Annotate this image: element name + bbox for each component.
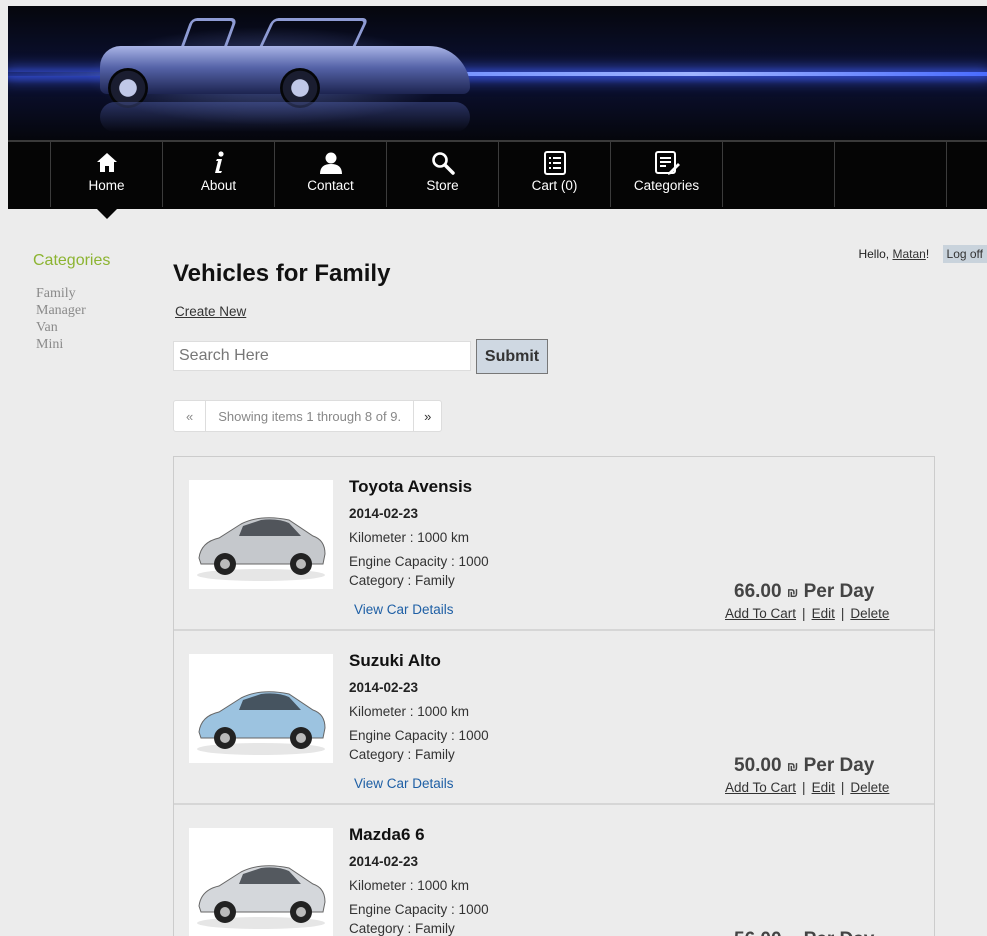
car-engine-capacity: Engine Capacity : 1000 — [349, 554, 489, 569]
info-icon — [214, 151, 224, 173]
nav-contact-label: Contact — [307, 178, 354, 193]
car-thumbnail-image — [197, 865, 326, 929]
nav-store-label: Store — [426, 178, 459, 193]
sidebar-item-manager[interactable]: Manager — [36, 302, 86, 319]
car-actions: Add To Cart | Edit | Delete — [725, 606, 889, 621]
price-amount: 50.00 — [734, 755, 782, 776]
pager-next[interactable]: » — [413, 401, 441, 431]
logoff-button[interactable]: Log off — [942, 245, 987, 263]
car-price: 50.00 ₪ Per Day — [734, 755, 874, 777]
car-category: Category : Family — [349, 921, 455, 936]
car-list-item: Toyota Avensis 2014-02-23 Kilometer : 10… — [174, 457, 934, 631]
nav-empty-slot — [946, 142, 987, 207]
submit-button[interactable]: Submit — [476, 339, 548, 374]
nav-empty-slot — [722, 142, 834, 207]
delete-link[interactable]: Delete — [850, 606, 889, 621]
price-unit: Per Day — [803, 581, 875, 602]
car-actions: Add To Cart | Edit | Delete — [725, 780, 889, 795]
sidebar-item-mini[interactable]: Mini — [36, 336, 86, 353]
car-engine-capacity: Engine Capacity : 1000 — [349, 728, 489, 743]
price-amount: 56.00 — [734, 929, 782, 936]
edit-link[interactable]: Edit — [812, 780, 835, 795]
price-unit: Per Day — [804, 929, 875, 936]
car-category: Category : Family — [349, 573, 455, 588]
separator: | — [840, 780, 845, 795]
nav-empty-slot — [834, 142, 946, 207]
nav-cart[interactable]: Cart (0) — [498, 142, 610, 207]
car-name: Suzuki Alto — [349, 651, 441, 670]
add-to-cart-link[interactable]: Add To Cart — [725, 606, 796, 621]
car-name: Mazda6 6 — [349, 825, 425, 844]
nav-contact[interactable]: Contact — [274, 142, 386, 207]
create-new-link[interactable]: Create New — [175, 304, 246, 319]
nav-categories-label: Categories — [633, 178, 700, 193]
page-title: Vehicles for Family — [173, 260, 391, 287]
greeting-text: Hello, — [858, 247, 893, 261]
nav-home-label: Home — [88, 178, 125, 193]
sidebar-item-van[interactable]: Van — [36, 319, 86, 336]
search-input[interactable] — [173, 341, 471, 371]
car-list-item: Suzuki Alto 2014-02-23 Kilometer : 1000 … — [174, 631, 934, 805]
user-icon — [319, 152, 342, 174]
car-kilometer: Kilometer : 1000 km — [349, 704, 470, 719]
car-list-item: Mazda6 6 2014-02-23 Kilometer : 1000 km … — [174, 805, 934, 936]
username-link[interactable]: Matan — [892, 247, 925, 261]
banner-car-reflection — [100, 102, 470, 132]
nav-cart-label: Cart (0) — [531, 178, 578, 193]
add-to-cart-link[interactable]: Add To Cart — [725, 780, 796, 795]
login-status: Hello, Matan! Log off — [858, 245, 987, 263]
car-thumbnail[interactable] — [189, 480, 333, 589]
car-price: 66.00 ₪ Per Day — [734, 581, 874, 603]
category-list: Family Manager Van Mini — [36, 285, 86, 353]
car-date: 2014-02-23 — [349, 680, 419, 695]
nav-store[interactable]: Store — [386, 142, 498, 207]
pagination: « Showing items 1 through 8 of 9. » — [173, 400, 443, 432]
main-nav: Home About Contact Store Cart (0) Catego… — [8, 140, 987, 219]
home-icon — [96, 153, 117, 172]
car-thumbnail[interactable] — [189, 654, 333, 763]
separator: | — [840, 606, 845, 621]
list-icon — [543, 151, 566, 175]
car-kilometer: Kilometer : 1000 km — [349, 530, 470, 545]
view-car-details-link[interactable]: View Car Details — [354, 776, 454, 791]
separator: | — [802, 780, 806, 795]
search-icon — [431, 152, 455, 175]
car-date: 2014-02-23 — [349, 506, 419, 521]
car-thumbnail-image — [197, 691, 326, 755]
pager-prev[interactable]: « — [174, 401, 205, 431]
nav-about-label: About — [200, 178, 237, 193]
view-car-details-link[interactable]: View Car Details — [354, 602, 454, 617]
car-name: Toyota Avensis — [349, 477, 473, 496]
car-engine-capacity: Engine Capacity : 1000 — [349, 902, 489, 917]
separator: | — [802, 606, 806, 621]
sidebar-title: Categories — [33, 252, 111, 269]
edit-link[interactable]: Edit — [812, 606, 835, 621]
car-thumbnail-image — [197, 517, 326, 581]
sidebar-item-family[interactable]: Family — [36, 285, 86, 302]
nav-about[interactable]: About — [162, 142, 274, 207]
currency-symbol: ₪ — [786, 585, 799, 600]
car-kilometer: Kilometer : 1000 km — [349, 878, 470, 893]
car-list: Toyota Avensis 2014-02-23 Kilometer : 10… — [173, 456, 935, 936]
car-price: 56.00 ₪ Per Day — [734, 929, 874, 936]
greeting-suffix: ! — [925, 247, 930, 261]
car-category: Category : Family — [349, 747, 455, 762]
pager-info: Showing items 1 through 8 of 9. — [205, 401, 413, 431]
car-thumbnail[interactable] — [189, 828, 333, 936]
edit-list-icon — [654, 151, 680, 175]
header-banner — [8, 6, 987, 140]
delete-link[interactable]: Delete — [850, 780, 889, 795]
nav-categories[interactable]: Categories — [610, 142, 722, 207]
nav-home[interactable]: Home — [50, 142, 162, 219]
car-date: 2014-02-23 — [349, 854, 419, 869]
price-amount: 66.00 — [734, 581, 782, 602]
price-unit: Per Day — [803, 755, 875, 776]
currency-symbol: ₪ — [786, 759, 799, 774]
